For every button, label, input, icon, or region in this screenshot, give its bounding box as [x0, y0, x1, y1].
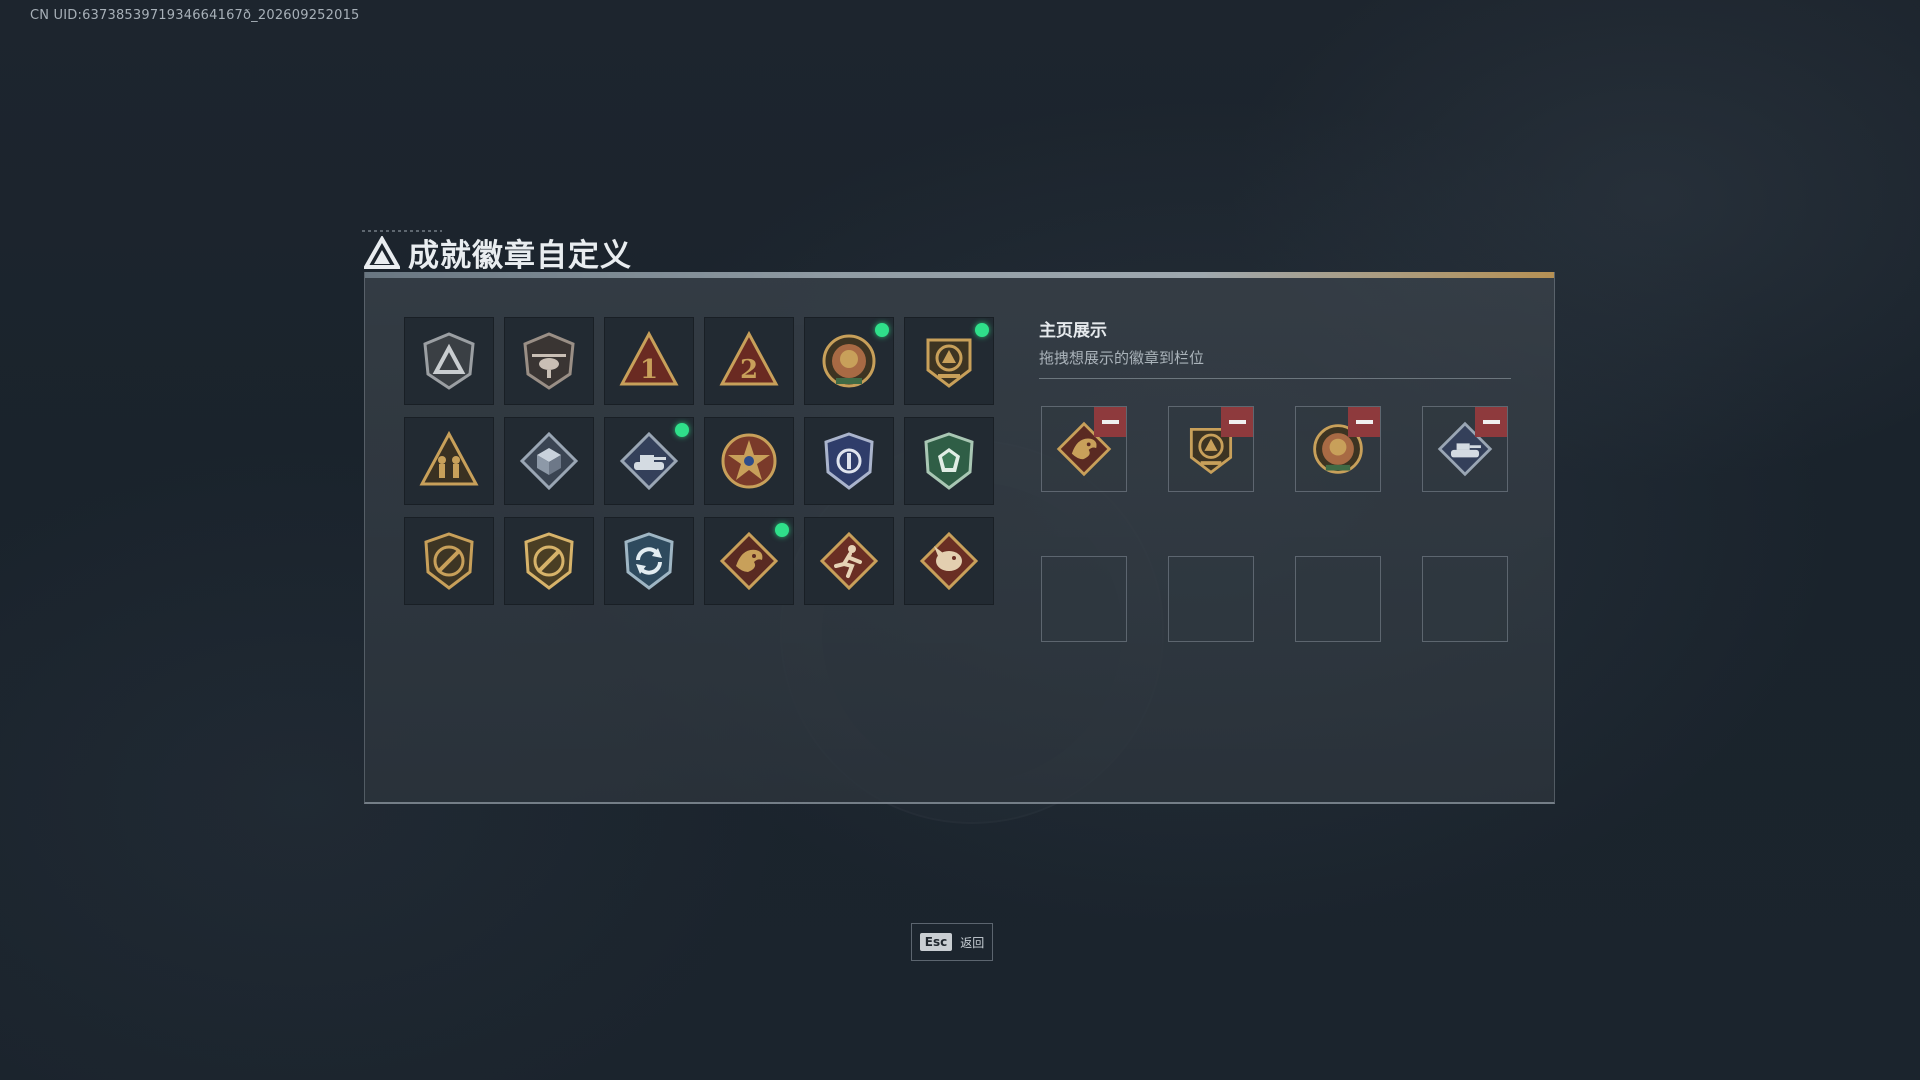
badge-item[interactable]	[904, 317, 994, 405]
page-title: 成就徽章自定义	[408, 238, 632, 274]
helicopter-shield-badge-icon	[523, 332, 575, 390]
minus-icon	[1228, 420, 1246, 424]
showcase-header: 主页展示 拖拽想展示的徽章到栏位	[1039, 316, 1511, 379]
badge-item[interactable]	[404, 417, 494, 505]
rifle-shield-badge-icon	[424, 532, 474, 590]
badge-item[interactable]	[504, 317, 594, 405]
page-header: 成就徽章自定义	[364, 230, 632, 275]
rank-2-triangle-badge-icon: 2	[719, 330, 779, 386]
tank-diamond-badge-icon	[619, 431, 679, 491]
badge-item[interactable]	[804, 317, 894, 405]
badge-item[interactable]	[404, 317, 494, 405]
showcase-divider	[1039, 378, 1511, 379]
badge-item[interactable]	[504, 417, 594, 505]
svg-text:1: 1	[640, 355, 658, 385]
minus-icon	[1482, 420, 1500, 424]
showcase-title: 主页展示	[1039, 321, 1107, 341]
green-gem-shield-badge-icon	[924, 432, 974, 490]
remove-badge-button[interactable]	[1094, 407, 1126, 437]
showcase-slot-filled[interactable]	[1041, 406, 1127, 492]
delta-triangle-shield-badge-icon	[423, 332, 475, 390]
delta-force-2026-crest-badge-icon	[926, 338, 972, 388]
new-indicator-dot	[975, 323, 989, 337]
showcase-slot-empty[interactable]	[1422, 556, 1508, 642]
showcase-slots	[1041, 406, 1508, 642]
badge-item[interactable]	[604, 517, 694, 605]
showcase-subtitle: 拖拽想展示的徽章到栏位	[1039, 349, 1205, 367]
showcase-slot-empty[interactable]	[1041, 556, 1127, 642]
showcase-slot-filled[interactable]	[1295, 406, 1381, 492]
svg-text:2: 2	[740, 355, 758, 385]
police-shield-badge-icon	[824, 432, 874, 490]
back-button[interactable]: Esc 返回	[911, 923, 993, 961]
showcase-slot-filled[interactable]	[1422, 406, 1508, 492]
badge-customize-panel: 1 2 主页展示 拖拽想展示的徽章到栏位	[364, 272, 1555, 804]
rank-1-triangle-badge-icon: 1	[619, 330, 679, 386]
badge-item[interactable]	[804, 517, 894, 605]
esc-key-icon: Esc	[919, 933, 953, 951]
uid-label: CN UID:6373853971934664167ð_202609252015	[30, 8, 360, 23]
runner-diamond-badge-icon	[819, 531, 879, 591]
cube-diamond-badge-icon	[519, 431, 579, 491]
badge-item[interactable]	[804, 417, 894, 505]
badge-item[interactable]	[604, 417, 694, 505]
remove-badge-button[interactable]	[1221, 407, 1253, 437]
new-indicator-dot	[775, 523, 789, 537]
showcase-slot-empty[interactable]	[1295, 556, 1381, 642]
delta-logo-icon	[364, 235, 400, 269]
panel-top-bar	[365, 272, 1554, 278]
soldiers-triangle-badge-icon	[419, 430, 479, 486]
recycle-arrows-badge-icon	[624, 532, 674, 590]
rifle-shield-gold-badge-icon	[524, 532, 574, 590]
badge-item[interactable]	[904, 517, 994, 605]
badge-item[interactable]	[904, 417, 994, 505]
star-medal-badge-icon	[721, 433, 777, 489]
dragon-diamond-badge-icon	[719, 531, 779, 591]
badge-item[interactable]	[504, 517, 594, 605]
back-label: 返回	[960, 935, 985, 950]
beast-head-diamond-badge-icon	[919, 531, 979, 591]
badge-item[interactable]	[404, 517, 494, 605]
remove-badge-button[interactable]	[1475, 407, 1507, 437]
badge-item[interactable]: 2	[704, 317, 794, 405]
new-indicator-dot	[675, 423, 689, 437]
minus-icon	[1355, 420, 1373, 424]
badge-item[interactable]: 1	[604, 317, 694, 405]
badge-item[interactable]	[704, 417, 794, 505]
remove-badge-button[interactable]	[1348, 407, 1380, 437]
showcase-slot-filled[interactable]	[1168, 406, 1254, 492]
lion-crest-badge-icon	[822, 334, 876, 388]
new-indicator-dot	[875, 323, 889, 337]
badge-grid: 1 2	[404, 317, 994, 605]
showcase-slot-empty[interactable]	[1168, 556, 1254, 642]
badge-item[interactable]	[704, 517, 794, 605]
minus-icon	[1101, 420, 1119, 424]
